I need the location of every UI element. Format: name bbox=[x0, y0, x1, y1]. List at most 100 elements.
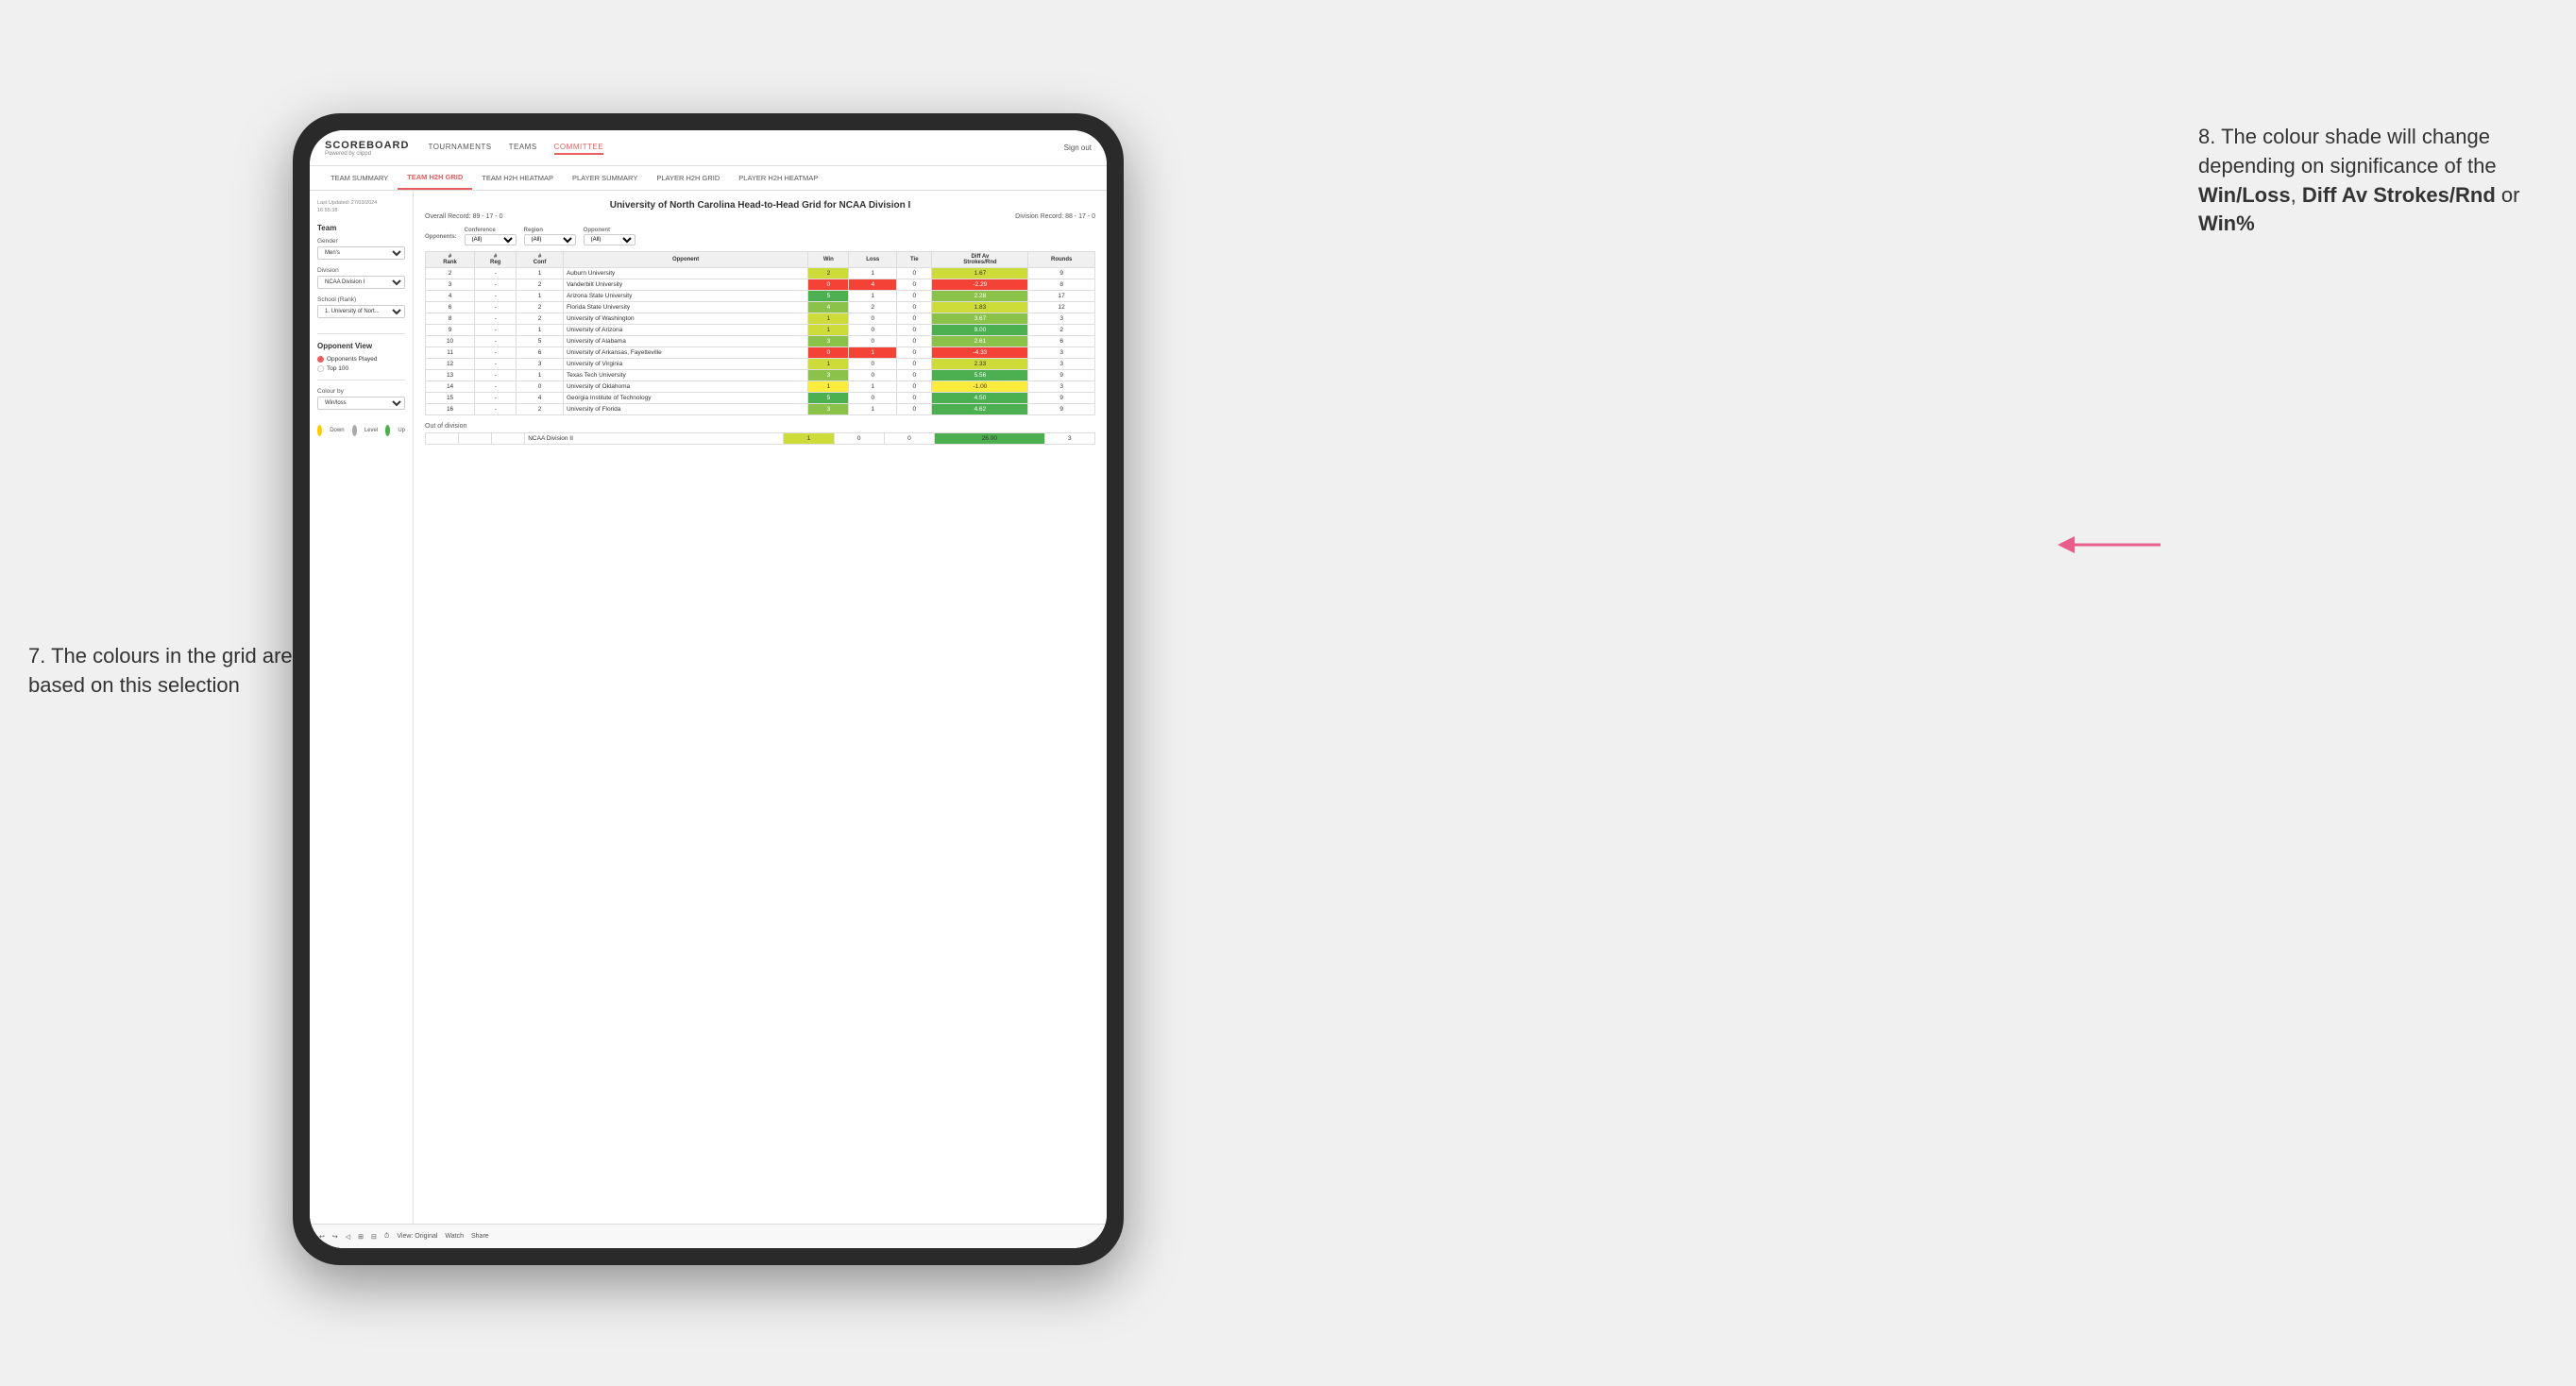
tab-player-h2h-grid[interactable]: PLAYER H2H GRID bbox=[647, 166, 729, 190]
table-cell: 0 bbox=[849, 393, 897, 404]
ood-loss: 0 bbox=[834, 433, 884, 445]
table-cell: 3 bbox=[1028, 347, 1095, 359]
annotation-right: 8. The colour shade will change dependin… bbox=[2198, 123, 2557, 239]
table-cell: 8 bbox=[426, 313, 475, 325]
table-cell: 13 bbox=[426, 370, 475, 381]
legend-level-label: Level bbox=[364, 428, 378, 433]
watch-btn[interactable]: Watch bbox=[445, 1233, 464, 1240]
grid-records: Overall Record: 89 - 17 - 0 Division Rec… bbox=[425, 213, 1095, 220]
table-cell: 4.50 bbox=[932, 393, 1028, 404]
opponent-select[interactable]: (All) bbox=[584, 234, 636, 245]
tab-team-summary[interactable]: TEAM SUMMARY bbox=[321, 166, 398, 190]
table-cell: 16 bbox=[426, 404, 475, 415]
table-cell: 6 bbox=[426, 302, 475, 313]
conference-select[interactable]: (All) bbox=[465, 234, 517, 245]
gender-select[interactable]: Men's bbox=[317, 246, 405, 260]
table-cell: 0 bbox=[897, 336, 932, 347]
table-cell: 12 bbox=[426, 359, 475, 370]
annotation-bold-diff: Diff Av Strokes/Rnd bbox=[2302, 183, 2496, 207]
school-label: School (Rank) bbox=[317, 296, 405, 303]
school-select[interactable]: 1. University of Nort... bbox=[317, 305, 405, 318]
table-cell: Florida State University bbox=[563, 302, 807, 313]
table-cell: University of Arizona bbox=[563, 325, 807, 336]
table-cell: 6 bbox=[1028, 336, 1095, 347]
conference-filter: Conference (All) bbox=[465, 228, 517, 245]
tab-player-h2h-heatmap[interactable]: PLAYER H2H HEATMAP bbox=[729, 166, 827, 190]
table-cell: 0 bbox=[897, 302, 932, 313]
table-cell: -1.00 bbox=[932, 381, 1028, 393]
table-cell: 0 bbox=[897, 325, 932, 336]
h2h-table: #Rank #Reg #Conf Opponent Win Loss Tie D… bbox=[425, 251, 1095, 415]
colour-by-label: Colour by bbox=[317, 388, 405, 395]
table-cell: 3 bbox=[808, 336, 849, 347]
tab-team-h2h-heatmap[interactable]: TEAM H2H HEATMAP bbox=[472, 166, 563, 190]
table-cell: 3 bbox=[517, 359, 564, 370]
table-cell: 0 bbox=[897, 359, 932, 370]
table-cell: 15 bbox=[426, 393, 475, 404]
table-cell: 1 bbox=[849, 291, 897, 302]
ood-label: NCAA Division II bbox=[525, 433, 784, 445]
radio-dot-opponents bbox=[317, 356, 324, 363]
table-cell: University of Oklahoma bbox=[563, 381, 807, 393]
colour-by-select[interactable]: Win/loss bbox=[317, 397, 405, 410]
view-label[interactable]: View: Original bbox=[414, 1233, 437, 1240]
table-cell: -2.29 bbox=[932, 279, 1028, 291]
table-cell: 5 bbox=[808, 393, 849, 404]
table-cell: 4.62 bbox=[932, 404, 1028, 415]
table-cell: - bbox=[475, 313, 517, 325]
table-cell: 17 bbox=[1028, 291, 1095, 302]
table-cell: 1 bbox=[517, 370, 564, 381]
col-rank: #Rank bbox=[426, 252, 475, 268]
nav-committee[interactable]: COMMITTEE bbox=[554, 141, 604, 155]
table-cell: 2 bbox=[426, 268, 475, 279]
table-cell: 9 bbox=[1028, 404, 1095, 415]
table-row: 10-5University of Alabama3002.616 bbox=[426, 336, 1095, 347]
division-record: Division Record: 88 - 17 - 0 bbox=[1015, 213, 1095, 220]
table-cell: 0 bbox=[808, 347, 849, 359]
table-cell: 1 bbox=[849, 347, 897, 359]
table-row: 8-2University of Washington1003.673 bbox=[426, 313, 1095, 325]
tab-player-summary[interactable]: PLAYER SUMMARY bbox=[563, 166, 647, 190]
table-cell: 3 bbox=[1028, 359, 1095, 370]
opponent-filter: Opponent (All) bbox=[584, 228, 636, 245]
filter-row: Opponents: Conference (All) Region (All)… bbox=[425, 228, 1095, 245]
table-cell: 8 bbox=[1028, 279, 1095, 291]
table-row: 12-3University of Virginia1002.333 bbox=[426, 359, 1095, 370]
table-cell: 9 bbox=[1028, 268, 1095, 279]
division-label: Division bbox=[317, 267, 405, 274]
tab-team-h2h-grid[interactable]: TEAM H2H GRID bbox=[398, 166, 472, 190]
nav-tournaments[interactable]: TOURNAMENTS bbox=[428, 141, 491, 155]
table-cell: 14 bbox=[426, 381, 475, 393]
table-cell: 5 bbox=[808, 291, 849, 302]
table-row: 6-2Florida State University4201.8312 bbox=[426, 302, 1095, 313]
table-cell: - bbox=[475, 347, 517, 359]
radio-opponents-played[interactable]: Opponents Played bbox=[317, 356, 405, 363]
table-cell: 0 bbox=[897, 393, 932, 404]
table-cell: 2 bbox=[517, 279, 564, 291]
table-cell: 2 bbox=[517, 302, 564, 313]
region-select[interactable]: (All) bbox=[524, 234, 576, 245]
grid-content: University of North Carolina Head-to-Hea… bbox=[414, 191, 1107, 1248]
table-cell: 4 bbox=[849, 279, 897, 291]
sidebar: Last Updated: 27/03/2024 16:55:38 Team G… bbox=[310, 191, 414, 1248]
sign-out-link[interactable]: Sign out bbox=[1064, 144, 1092, 152]
tablet-screen: SCOREBOARD Powered by clippd TOURNAMENTS… bbox=[310, 130, 1107, 1248]
share-btn[interactable]: Share bbox=[471, 1233, 489, 1240]
table-cell: 0 bbox=[897, 370, 932, 381]
table-cell: - bbox=[475, 404, 517, 415]
table-cell: 2 bbox=[1028, 325, 1095, 336]
legend-up-dot bbox=[385, 425, 390, 436]
ood-win: 1 bbox=[784, 433, 834, 445]
table-cell: 3 bbox=[1028, 313, 1095, 325]
division-select[interactable]: NCAA Division I bbox=[317, 276, 405, 289]
table-cell: 3 bbox=[426, 279, 475, 291]
gender-label: Gender bbox=[317, 238, 405, 245]
table-cell: 6 bbox=[517, 347, 564, 359]
legend-down-dot bbox=[317, 425, 322, 436]
table-cell: 0 bbox=[897, 381, 932, 393]
table-cell: 1 bbox=[808, 381, 849, 393]
sidebar-team-section: Team bbox=[317, 224, 405, 232]
nav-teams[interactable]: TEAMS bbox=[509, 141, 537, 155]
table-cell: 3 bbox=[808, 404, 849, 415]
radio-top100[interactable]: Top 100 bbox=[317, 365, 405, 372]
